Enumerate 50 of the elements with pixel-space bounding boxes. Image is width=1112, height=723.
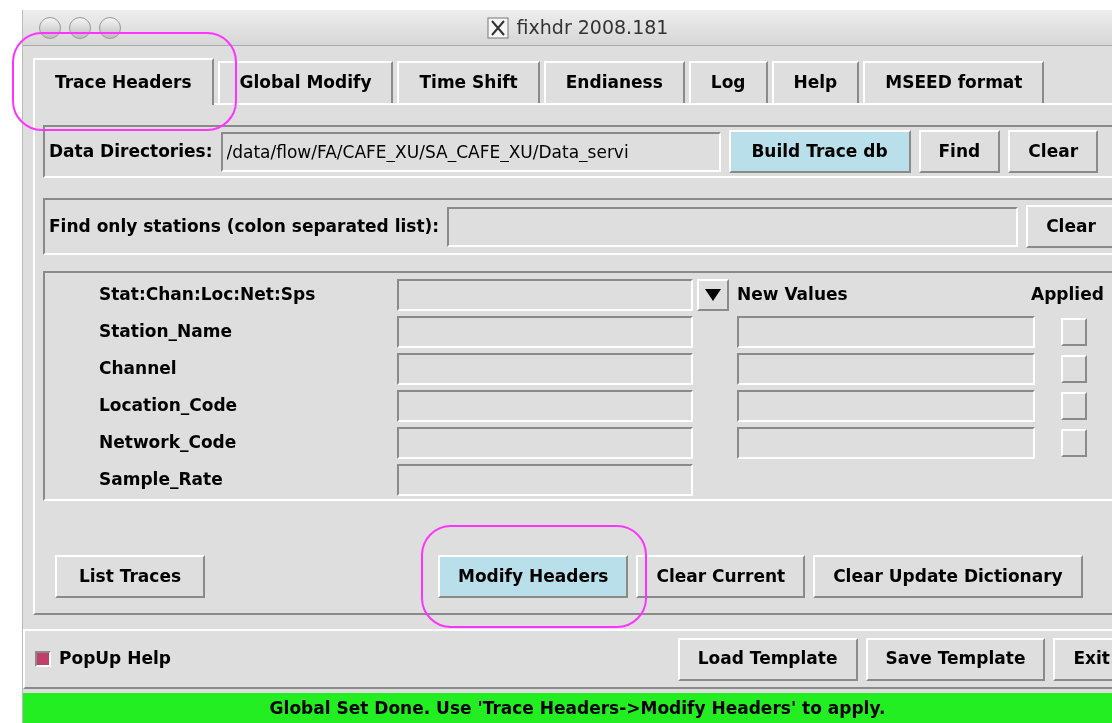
selector-field[interactable]	[397, 279, 693, 311]
new-value-field[interactable]	[737, 427, 1035, 459]
field-label: New Values	[737, 283, 849, 307]
window-control-icon[interactable]	[39, 16, 61, 39]
field-label: Station_Name	[99, 320, 234, 344]
field-label: Applied	[1031, 283, 1105, 307]
button[interactable]: Save Template	[865, 637, 1046, 681]
tab[interactable]: Trace Headers	[33, 58, 214, 105]
tab[interactable]: Endianess	[543, 61, 685, 103]
button[interactable]: Load Template	[677, 637, 858, 681]
field-label: Channel	[99, 357, 178, 381]
tab[interactable]: Time Shift	[397, 61, 540, 103]
tab[interactable]: Global Modify	[217, 61, 394, 103]
field-label: Data Directories:	[49, 139, 213, 163]
x-logo-icon	[486, 16, 509, 39]
window-control-icon[interactable]	[69, 16, 91, 39]
button[interactable]: Find	[918, 130, 1001, 173]
button[interactable]: Exit	[1053, 637, 1112, 681]
field-label: Sample_Rate	[99, 468, 224, 492]
value-field[interactable]	[397, 353, 693, 385]
value-field[interactable]	[397, 464, 693, 496]
button[interactable]: Modify Headers	[438, 555, 629, 598]
directory-field[interactable]: /data/flow/FA/CAFE_XU/SA_CAFE_XU/Data_servi	[220, 131, 721, 172]
value-field[interactable]	[397, 390, 693, 422]
checkbox-label: PopUp Help	[59, 647, 172, 671]
caret-icon	[704, 288, 722, 302]
new-value-field[interactable]	[737, 353, 1035, 385]
new-value-field[interactable]	[737, 316, 1035, 348]
stations-field[interactable]	[447, 206, 1018, 247]
field-label: Location_Code	[99, 394, 239, 418]
status-bar: Global Set Done. Use 'Trace Headers->Modify Headers' to apply.	[23, 693, 1112, 723]
window-control-icon[interactable]	[99, 16, 121, 39]
tab[interactable]: MSEED format	[863, 61, 1045, 103]
field-label: Stat:Chan:Loc:Net:Sps	[99, 283, 317, 307]
tab[interactable]: Help	[771, 61, 860, 103]
button[interactable]: Build Trace db	[728, 130, 911, 173]
checkbox[interactable]	[35, 651, 51, 667]
button[interactable]: List Traces	[55, 555, 205, 598]
field-label: Find only stations (colon separated list):	[49, 214, 440, 238]
window-title: fixhdr 2008.181	[516, 15, 669, 41]
value-field[interactable]	[397, 427, 693, 459]
tab[interactable]: Log	[688, 61, 768, 103]
new-value-field[interactable]	[737, 390, 1035, 422]
clear-button[interactable]: Clear	[1026, 205, 1112, 248]
dropdown-button[interactable]	[697, 279, 729, 311]
field-label: Network_Code	[99, 431, 238, 455]
value-field[interactable]	[397, 316, 693, 348]
button[interactable]: Clear Update Dictionary	[813, 555, 1083, 598]
button[interactable]: Clear	[1008, 130, 1099, 173]
button[interactable]: Clear Current	[636, 555, 806, 598]
